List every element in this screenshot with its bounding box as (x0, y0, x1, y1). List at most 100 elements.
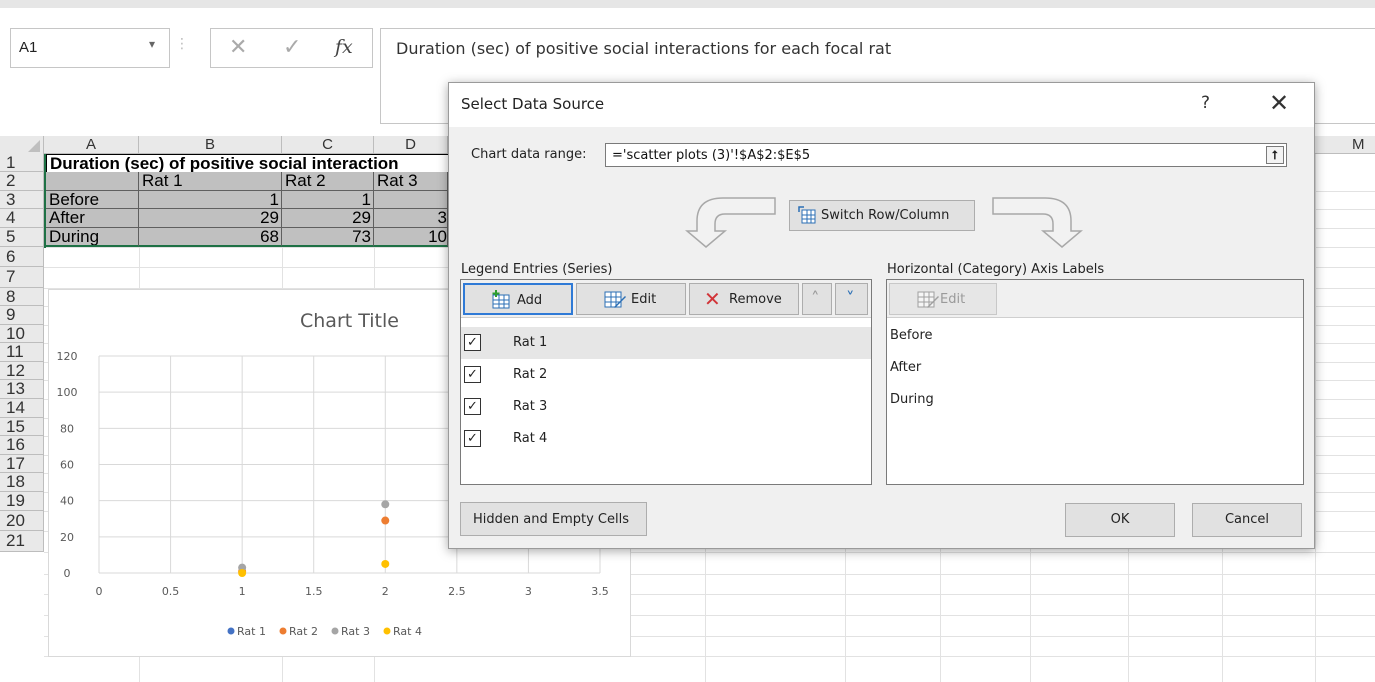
column-header-b[interactable]: B (139, 136, 282, 154)
x-tick-label: 1.5 (305, 585, 323, 598)
row-header-20[interactable]: 20 (0, 511, 44, 531)
cell-b2[interactable]: Rat 1 (139, 172, 282, 191)
legend-entries-panel: Add Edit ✕ Remove ˄ ˅ ✓ Rat 1 ✓ Rat 2 ✓ … (460, 279, 872, 485)
series-checkbox[interactable]: ✓ (464, 334, 481, 351)
row-header-7[interactable]: 7 (0, 267, 44, 288)
row-header-8[interactable]: 8 (0, 288, 44, 306)
add-series-icon (492, 290, 510, 309)
move-down-button[interactable]: ˅ (835, 283, 868, 315)
chevron-up-icon: ˄ (811, 289, 820, 309)
row-header-12[interactable]: 12 (0, 362, 44, 380)
cell-c4[interactable]: 29 (282, 209, 374, 228)
series-row-rat-1[interactable]: ✓ Rat 1 (461, 327, 871, 359)
row-header-17[interactable]: 17 (0, 455, 44, 473)
row-header-18[interactable]: 18 (0, 473, 44, 492)
x-tick-label: 3 (525, 585, 532, 598)
series-row-rat-2[interactable]: ✓ Rat 2 (461, 359, 871, 391)
switch-row-column-button[interactable]: Switch Row/Column (789, 200, 975, 231)
cell-d2[interactable]: Rat 3 (374, 172, 448, 191)
dialog-title: Select Data Source (461, 95, 605, 113)
move-up-button[interactable]: ˄ (802, 283, 832, 315)
row-header-9[interactable]: 9 (0, 306, 44, 325)
row-header-5[interactable]: 5 (0, 228, 44, 247)
help-icon[interactable]: ? (1201, 93, 1210, 113)
series-name: Rat 4 (513, 431, 548, 446)
series-row-rat-4[interactable]: ✓ Rat 4 (461, 423, 871, 455)
y-tick-label: 100 (57, 386, 78, 399)
x-tick-label: 0 (96, 585, 103, 598)
row-header-15[interactable]: 15 (0, 418, 44, 436)
close-icon[interactable]: ✕ (1269, 89, 1289, 117)
y-tick-label: 40 (60, 495, 74, 508)
name-box-value: A1 (19, 39, 38, 56)
row-header-10[interactable]: 10 (0, 325, 44, 343)
axis-label-item[interactable]: During (890, 392, 934, 407)
cell-c2[interactable]: Rat 2 (282, 172, 374, 191)
row-header-14[interactable]: 14 (0, 399, 44, 418)
edit-series-icon (604, 291, 626, 308)
cell-a3[interactable]: Before (46, 191, 139, 209)
series-row-rat-3[interactable]: ✓ Rat 3 (461, 391, 871, 423)
row-header-11[interactable]: 11 (0, 343, 44, 362)
select-all-corner[interactable] (0, 136, 44, 154)
column-header-a[interactable]: A (44, 136, 139, 154)
dialog-titlebar[interactable]: Select Data Source ? ✕ (449, 83, 1314, 127)
row-header-1[interactable]: 1 (0, 154, 44, 172)
row-header-3[interactable]: 3 (0, 191, 44, 209)
row-header-13[interactable]: 13 (0, 380, 44, 399)
cell-c3[interactable]: 1 (282, 191, 374, 209)
switch-row-column-icon (798, 206, 816, 224)
insert-function-icon[interactable]: fx (335, 36, 353, 58)
cell-a5[interactable]: During (46, 228, 139, 247)
cancel-icon[interactable]: ✕ (229, 35, 247, 60)
series-checkbox[interactable]: ✓ (464, 430, 481, 447)
cell-d4[interactable]: 3 (374, 209, 448, 228)
series-name: Rat 3 (513, 399, 548, 414)
cell-c5[interactable]: 73 (282, 228, 374, 247)
edit-series-button[interactable]: Edit (576, 283, 686, 315)
series-checkbox[interactable]: ✓ (464, 366, 481, 383)
legend-label: Rat 1 (237, 625, 266, 638)
ok-button[interactable]: OK (1065, 503, 1175, 537)
row-header-2[interactable]: 2 (0, 172, 44, 191)
row-header-19[interactable]: 19 (0, 492, 44, 511)
cell-b5[interactable]: 68 (139, 228, 282, 247)
cell-a2[interactable] (46, 172, 139, 191)
cell-d5[interactable]: 10 (374, 228, 448, 247)
cell-a1[interactable]: Duration (sec) of positive social intera… (46, 154, 448, 172)
hidden-empty-cells-button[interactable]: Hidden and Empty Cells (460, 502, 647, 536)
enter-icon[interactable]: ✓ (283, 35, 301, 60)
cancel-button[interactable]: Cancel (1192, 503, 1302, 537)
chart-data-range-input[interactable]: ='scatter plots (3)'!$A$2:$E$5 ⭡ (605, 143, 1287, 167)
cell-d3[interactable] (374, 191, 448, 209)
axis-label-item[interactable]: After (890, 360, 921, 375)
row-header-4[interactable]: 4 (0, 209, 44, 228)
edit-axis-labels-button[interactable]: Edit (889, 283, 997, 315)
axis-label-item[interactable]: Before (890, 328, 933, 343)
cell-b4[interactable]: 29 (139, 209, 282, 228)
axis-labels-panel: Edit Before After During (886, 279, 1304, 485)
chart-data-range-label: Chart data range: (471, 147, 587, 162)
chevron-down-icon[interactable]: ▾ (149, 37, 155, 51)
cell-a4[interactable]: After (46, 209, 139, 228)
x-tick-label: 1 (239, 585, 246, 598)
row-header-16[interactable]: 16 (0, 436, 44, 455)
column-header-c[interactable]: C (282, 136, 374, 154)
chart-title: Chart Title (300, 310, 399, 332)
column-header-d[interactable]: D (374, 136, 448, 154)
data-point-rat-4 (381, 559, 390, 568)
series-checkbox[interactable]: ✓ (464, 398, 481, 415)
add-series-button[interactable]: Add (463, 283, 573, 315)
left-arrow-icon (685, 197, 776, 248)
data-point-rat-2 (381, 516, 390, 525)
add-series-label: Add (517, 293, 543, 308)
column-header-m[interactable]: M (1352, 136, 1365, 153)
remove-series-button[interactable]: ✕ Remove (689, 283, 799, 315)
drag-handle-icon[interactable]: ⋮ (175, 36, 189, 52)
collapse-dialog-icon[interactable]: ⭡ (1266, 146, 1284, 164)
cell-b3[interactable]: 1 (139, 191, 282, 209)
remove-icon: ✕ (704, 287, 721, 311)
name-box[interactable]: A1 ▾ (10, 28, 170, 68)
row-header-21[interactable]: 21 (0, 531, 44, 552)
row-header-6[interactable]: 6 (0, 247, 44, 267)
